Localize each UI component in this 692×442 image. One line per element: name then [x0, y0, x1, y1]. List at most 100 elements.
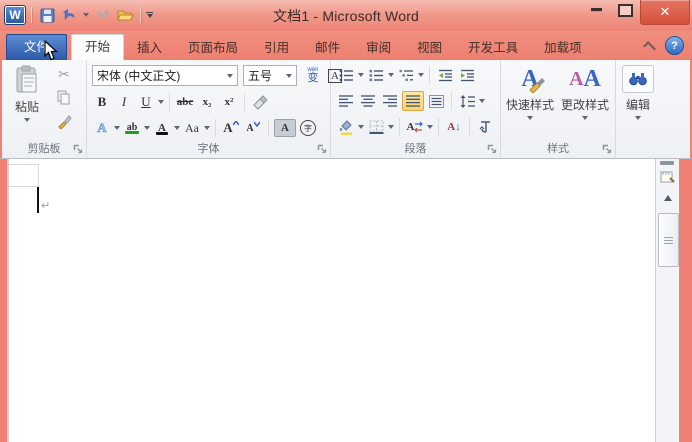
enclose-characters-button[interactable]: 字: [298, 118, 318, 138]
borders-button[interactable]: [366, 117, 386, 137]
font-color-button[interactable]: A: [152, 118, 172, 138]
asian-layout-caret-icon[interactable]: [427, 125, 433, 129]
separator: [438, 118, 439, 136]
distributed-button[interactable]: [426, 91, 446, 111]
bullets-caret-icon[interactable]: [358, 73, 364, 77]
change-case-caret-icon[interactable]: [204, 126, 210, 130]
paragraph-group-label: 段落: [404, 143, 427, 155]
borders-caret-icon[interactable]: [388, 125, 394, 129]
shading-caret-icon[interactable]: [358, 125, 364, 129]
copy-button[interactable]: [54, 87, 74, 107]
scroll-up-button[interactable]: [658, 189, 677, 207]
multilevel-list-button[interactable]: [396, 65, 416, 85]
paste-label: 粘贴: [14, 100, 39, 114]
strikethrough-button[interactable]: abc: [175, 92, 195, 112]
enclose-characters-icon: 字: [300, 120, 316, 136]
font-color-caret-icon[interactable]: [174, 126, 180, 130]
tab-page-layout[interactable]: 页面布局: [175, 36, 251, 60]
split-handle[interactable]: [660, 161, 674, 165]
text-effects-caret-icon[interactable]: [114, 126, 120, 130]
font-name-caret-icon: [227, 73, 233, 78]
help-button[interactable]: ?: [665, 36, 684, 55]
font-name-select[interactable]: 宋体 (中文正文): [92, 65, 238, 86]
grow-arrow-icon: [232, 121, 239, 126]
format-painter-icon: [57, 114, 72, 129]
clear-formatting-icon: [253, 94, 268, 110]
asian-layout-button[interactable]: A: [405, 117, 425, 137]
numbering-caret-icon[interactable]: [388, 73, 394, 77]
numbering-button[interactable]: [366, 65, 386, 85]
separator: [169, 93, 170, 111]
maximize-icon: [618, 3, 633, 17]
ribbon-tab-row: 文件 开始 插入 页面布局 引用 邮件 审阅 视图 开发工具 加载项: [0, 31, 692, 60]
separator: [429, 66, 430, 84]
mouse-cursor: [44, 40, 59, 61]
highlight-caret-icon[interactable]: [144, 126, 150, 130]
close-button[interactable]: ✕: [640, 0, 690, 25]
align-left-button[interactable]: [336, 91, 356, 111]
bullets-button[interactable]: [336, 65, 356, 85]
tab-home[interactable]: 开始: [71, 34, 125, 60]
clipboard-dialog-launcher[interactable]: [73, 144, 83, 154]
separator: [451, 92, 452, 110]
shrink-font-button[interactable]: A: [243, 118, 263, 138]
tab-view[interactable]: 视图: [404, 36, 455, 60]
increase-indent-button[interactable]: [457, 65, 477, 85]
format-painter-button[interactable]: [54, 111, 74, 131]
underline-caret-icon[interactable]: [158, 100, 164, 104]
multilevel-list-icon: [399, 69, 413, 81]
tab-insert[interactable]: 插入: [124, 36, 175, 60]
italic-button[interactable]: I: [114, 92, 134, 112]
text-effects-button[interactable]: A: [92, 118, 112, 138]
decrease-indent-button[interactable]: [435, 65, 455, 85]
window-border-left: [0, 159, 7, 442]
justify-button[interactable]: [402, 91, 424, 111]
line-spacing-caret-icon[interactable]: [479, 99, 485, 103]
font-size-select[interactable]: 五号: [243, 65, 297, 86]
quick-styles-button[interactable]: A 快速样式: [503, 62, 557, 120]
multilevel-caret-icon[interactable]: [418, 73, 424, 77]
thumb-grip: [664, 242, 673, 244]
tab-review[interactable]: 审阅: [353, 36, 404, 60]
maximize-button[interactable]: [611, 0, 640, 20]
shading-bucket-icon: [339, 119, 352, 135]
highlight-color-button[interactable]: ab: [122, 118, 142, 138]
tab-references[interactable]: 引用: [251, 36, 302, 60]
tab-addins[interactable]: 加载项: [531, 36, 595, 60]
grow-font-button[interactable]: A: [221, 118, 241, 138]
scrollbar-thumb[interactable]: [658, 213, 679, 267]
ruler-toggle-button[interactable]: [658, 168, 677, 186]
align-center-button[interactable]: [358, 91, 378, 111]
separator: [215, 119, 216, 137]
phonetic-guide-button[interactable]: wén 变: [303, 66, 323, 86]
subscript-button[interactable]: x₂: [197, 92, 217, 112]
shading-button[interactable]: [336, 117, 356, 137]
align-center-icon: [361, 95, 375, 107]
vertical-scrollbar[interactable]: [655, 159, 680, 442]
sort-button[interactable]: A ↓: [444, 117, 464, 137]
character-shading-button[interactable]: A: [274, 119, 296, 137]
editing-button[interactable]: 编辑: [619, 62, 657, 120]
styles-dialog-launcher[interactable]: [602, 144, 612, 154]
thumb-grip: [664, 236, 673, 238]
tab-mailings[interactable]: 邮件: [302, 36, 353, 60]
collapse-ribbon-icon[interactable]: [643, 40, 656, 54]
document-area[interactable]: ↵ Baidu经验 jingyan.baidu.com 百科全说 助你轻松解决: [0, 159, 692, 442]
paste-button[interactable]: 粘贴: [6, 62, 48, 122]
tab-developer[interactable]: 开发工具: [455, 36, 531, 60]
font-dialog-launcher[interactable]: [317, 144, 327, 154]
bold-button[interactable]: B: [92, 92, 112, 112]
cut-button[interactable]: ✂: [54, 64, 74, 84]
change-case-button[interactable]: Aa: [182, 118, 202, 138]
superscript-button[interactable]: x²: [219, 92, 239, 112]
binoculars-icon: [629, 73, 647, 86]
align-right-button[interactable]: [380, 91, 400, 111]
paragraph-dialog-launcher[interactable]: [487, 144, 497, 154]
underline-button[interactable]: U: [136, 92, 156, 112]
line-spacing-button[interactable]: [457, 91, 477, 111]
clear-formatting-button[interactable]: [250, 92, 270, 112]
show-marks-button[interactable]: [475, 117, 495, 137]
minimize-button[interactable]: [582, 0, 611, 20]
title-bar: W 文档1 - Microsoft Word ✕: [0, 0, 692, 31]
change-styles-button[interactable]: A A 更改样式: [558, 62, 612, 120]
